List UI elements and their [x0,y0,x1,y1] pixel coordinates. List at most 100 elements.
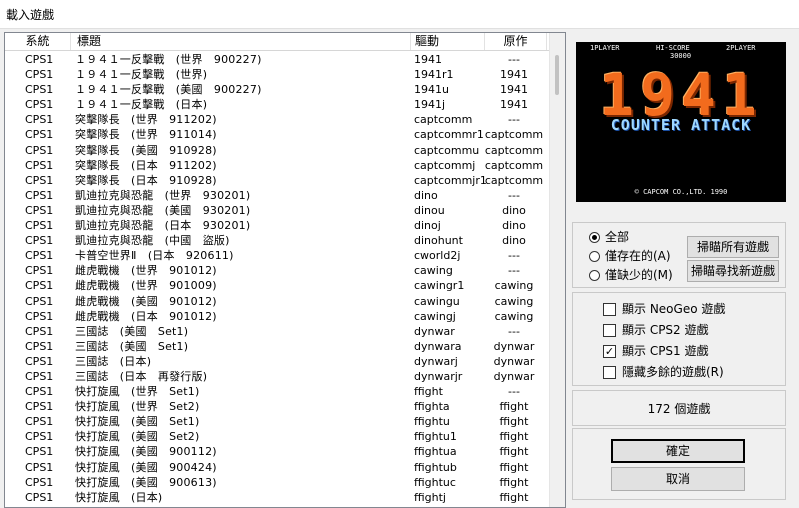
table-row[interactable]: CPS1 １９４１一反擊戰 (世界) 1941r1 1941 [5,67,549,82]
table-row[interactable]: CPS1 凱迪拉克與恐龍 (日本 930201) dinoj dino [5,218,549,233]
cell-driver: dynwara [414,339,462,353]
cell-driver: ffightu [414,415,450,429]
cell-driver: ffightub [414,460,457,474]
cell-driver: ffightu1 [414,430,457,444]
cell-driver: 1941u [414,83,449,97]
table-row[interactable]: CPS1 快打旋風 (美國 Set1) ffightu ffight [5,414,549,429]
cell-system: CPS1 [25,460,54,474]
preview-subtitle: COUNTER ATTACK [610,116,752,134]
table-row[interactable]: CPS1 雌虎戰機 (美國 901012) cawingu cawing [5,294,549,309]
vertical-scrollbar[interactable] [549,33,565,507]
cell-parent: captcomm [484,128,544,142]
radio-all-label: 全部 [605,230,630,244]
cell-system: CPS1 [25,400,54,414]
table-row[interactable]: CPS1 突擊隊長 (世界 911202) captcomm --- [5,112,549,127]
checkbox-neogeo-label: 顯示 NeoGeo 遊戲 [622,302,726,316]
table-row[interactable]: CPS1 快打旋風 (世界 Set2) ffighta ffight [5,399,549,414]
cell-system: CPS1 [25,309,54,323]
cell-parent: dynwar [493,369,535,383]
cell-driver: dino [414,188,438,202]
table-row[interactable]: CPS1 雌虎戰機 (世界 901009) cawingr1 cawing [5,278,549,293]
table-row[interactable]: CPS1 突擊隊長 (日本 910928) captcommjr1 captcomm [5,173,549,188]
cell-system: CPS1 [25,203,54,217]
table-row[interactable]: CPS1 突擊隊長 (日本 911202) captcommj captcomm [5,158,549,173]
cell-title: 突擊隊長 (世界 911202) [75,113,217,127]
checkbox-neogeo-box[interactable] [603,303,616,316]
cell-parent: --- [508,385,520,399]
cell-driver: captcomm [414,113,473,127]
radio-missing-indicator[interactable] [589,270,600,281]
cell-driver: captcommr1 [414,128,484,142]
preview-hud-right: 2PLAYER [726,44,756,52]
table-row[interactable]: CPS1 凱迪拉克與恐龍 (中國 盜版) dinohunt dino [5,233,549,248]
column-header-driver[interactable]: 驅動 [411,33,485,50]
table-row[interactable]: CPS1 快打旋風 (世界 Set1) ffight --- [5,384,549,399]
cell-title: １９４１一反擊戰 (日本) [75,98,208,112]
ok-button[interactable]: 確定 [611,439,745,463]
cell-parent: dino [502,219,526,233]
table-row[interactable]: CPS1 快打旋風 (美國 900112) ffightua ffight [5,444,549,459]
column-header-system[interactable]: 系統 [5,33,71,50]
table-row[interactable]: CPS1 三國誌 (日本 再發行版) dynwarjr dynwar [5,369,549,384]
cell-title: 雌虎戰機 (世界 901009) [75,279,217,293]
game-count: 172 個遊戲 [647,402,711,416]
checkbox-cps1-label: 顯示 CPS1 遊戲 [622,344,709,358]
cell-system: CPS1 [25,68,54,82]
table-row[interactable]: CPS1 突擊隊長 (世界 911014) captcommr1 captcomm [5,127,549,142]
cell-title: 凱迪拉克與恐龍 (美國 930201) [75,203,251,217]
cell-system: CPS1 [25,294,54,308]
column-header-parent[interactable]: 原作 [485,33,547,50]
cell-system: CPS1 [25,128,54,142]
table-row[interactable]: CPS1 凱迪拉克與恐龍 (世界 930201) dino --- [5,188,549,203]
table-row[interactable]: CPS1 快打旋風 (日本) ffightj ffight [5,490,549,505]
cell-title: １９４１一反擊戰 (世界) [75,68,208,82]
checkbox-cps1-box[interactable]: ✓ [603,345,616,358]
cell-title: 突擊隊長 (日本 911202) [75,158,217,172]
checkbox-cps2-box[interactable] [603,324,616,337]
cell-title: 快打旋風 (美國 900424) [75,460,217,474]
cell-driver: 1941j [414,98,446,112]
table-row[interactable]: CPS1 快打旋風 (美國 Set2) ffightu1 ffight [5,429,549,444]
table-row[interactable]: CPS1 快打旋風 (美國 900424) ffightub ffight [5,460,549,475]
cell-title: 凱迪拉克與恐龍 (日本 930201) [75,219,251,233]
cancel-button[interactable]: 取消 [611,467,745,491]
game-list[interactable]: 系統 標題 驅動 原作 CPS1 １９４１一反擊戰 (世界 900227) 1941… [4,32,566,508]
radio-existing-label: 僅存在的(A) [605,249,671,263]
table-row[interactable]: CPS1 三國誌 (美國 Set1) dynwara dynwar [5,339,549,354]
table-row[interactable]: CPS1 卡普空世界Ⅱ (日本 920611) cworld2j --- [5,248,549,263]
scan-new-button[interactable]: 掃瞄尋找新遊戲 [687,260,779,282]
table-row[interactable]: CPS1 雌虎戰機 (世界 901012) cawing --- [5,263,549,278]
scan-all-button[interactable]: 掃瞄所有遊戲 [687,236,779,258]
list-header: 系統 標題 驅動 原作 [5,33,549,51]
cell-system: CPS1 [25,98,54,112]
radio-existing-indicator[interactable] [589,251,600,262]
table-row[interactable]: CPS1 １９４１一反擊戰 (美國 900227) 1941u 1941 [5,82,549,97]
table-row[interactable]: CPS1 １９４１一反擊戰 (日本) 1941j 1941 [5,97,549,112]
checkbox-hide-clones-box[interactable] [603,366,616,379]
radio-all-indicator[interactable] [589,232,600,243]
cell-title: 快打旋風 (日本) [75,490,163,504]
cell-system: CPS1 [25,445,54,459]
cell-parent: --- [508,53,520,66]
table-row[interactable]: CPS1 １９４１一反擊戰 (世界 900227) 1941 --- [5,52,549,67]
cell-system: CPS1 [25,385,54,399]
table-row[interactable]: CPS1 快打旋風 (美國 900613) ffightuc ffight [5,475,549,490]
table-row[interactable]: CPS1 凱迪拉克與恐龍 (美國 930201) dinou dino [5,203,549,218]
column-header-title[interactable]: 標題 [71,33,411,50]
cell-parent: --- [508,113,520,127]
table-row[interactable]: CPS1 突擊隊長 (美國 910928) captcommu captcomm [5,143,549,158]
table-row[interactable]: CPS1 雌虎戰機 (日本 901012) cawingj cawing [5,309,549,324]
cell-driver: cawingj [414,309,456,323]
table-row[interactable]: CPS1 三國誌 (日本) dynwarj dynwar [5,354,549,369]
cell-parent: --- [508,188,520,202]
scroll-thumb[interactable] [555,55,559,95]
cell-parent: ffight [499,415,529,429]
cell-title: 三國誌 (美國 Set1) [75,339,189,353]
cell-system: CPS1 [25,234,54,248]
cell-title: 突擊隊長 (美國 910928) [75,143,217,157]
cell-driver: 1941r1 [414,68,454,82]
table-row[interactable]: CPS1 三國誌 (美國 Set1) dynwar --- [5,324,549,339]
cell-system: CPS1 [25,173,54,187]
cell-driver: dynwarj [414,354,458,368]
cell-title: 突擊隊長 (世界 911014) [75,128,217,142]
